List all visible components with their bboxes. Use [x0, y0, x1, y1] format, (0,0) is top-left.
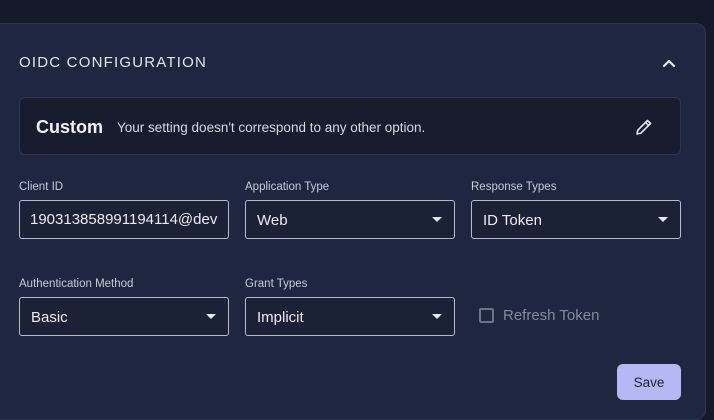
- grant-types-value: Implicit: [257, 309, 304, 326]
- caret-down-icon: [432, 217, 442, 222]
- grant-types-select[interactable]: Implicit: [245, 297, 455, 336]
- application-type-value: Web: [257, 212, 288, 229]
- caret-down-icon: [206, 314, 216, 319]
- banner-text: Your setting doesn't correspond to any o…: [117, 120, 426, 135]
- chevron-up-icon: [662, 59, 676, 68]
- client-id-label: Client ID: [19, 181, 64, 193]
- response-types-value: ID Token: [483, 212, 542, 229]
- response-types-select[interactable]: ID Token: [471, 200, 681, 239]
- refresh-token-checkbox[interactable]: [479, 308, 494, 323]
- authentication-method-value: Basic: [31, 309, 68, 326]
- client-id-field[interactable]: [19, 200, 229, 239]
- authentication-method-select[interactable]: Basic: [19, 297, 229, 336]
- collapse-toggle-button[interactable]: [659, 53, 679, 73]
- refresh-token-label: Refresh Token: [503, 307, 600, 324]
- caret-down-icon: [658, 217, 668, 222]
- custom-setting-banner: Custom Your setting doesn't correspond t…: [19, 97, 681, 155]
- authentication-method-label: Authentication Method: [19, 278, 134, 290]
- save-button[interactable]: Save: [617, 364, 681, 400]
- section-title: OIDC CONFIGURATION: [19, 54, 207, 71]
- refresh-token-option[interactable]: Refresh Token: [479, 307, 599, 324]
- pencil-icon: [636, 119, 652, 135]
- oidc-configuration-card: OIDC CONFIGURATION Custom Your setting d…: [0, 23, 706, 420]
- edit-button[interactable]: [632, 115, 656, 139]
- application-type-label: Application Type: [245, 181, 330, 193]
- client-id-input[interactable]: [20, 201, 228, 238]
- application-type-select[interactable]: Web: [245, 200, 455, 239]
- grant-types-label: Grant Types: [245, 278, 308, 290]
- banner-title: Custom: [36, 117, 103, 137]
- caret-down-icon: [432, 314, 442, 319]
- response-types-label: Response Types: [471, 181, 557, 193]
